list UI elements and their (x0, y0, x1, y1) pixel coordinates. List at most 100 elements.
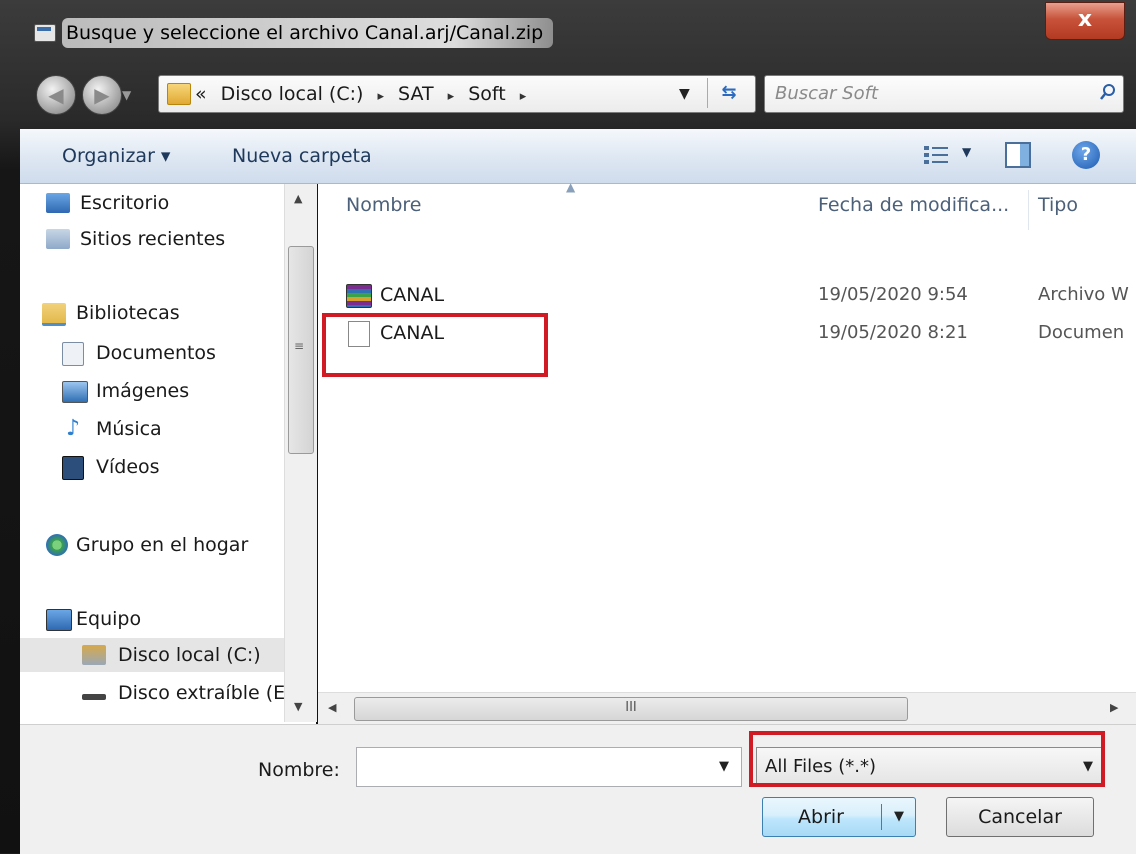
file-date: 19/05/2020 8:21 (818, 322, 968, 343)
sidebar-item-label: Disco extraíble (E (118, 682, 286, 704)
sidebar-item-label: Sitios recientes (80, 228, 226, 250)
view-dropdown-icon[interactable]: ▼ (962, 145, 971, 159)
open-button-label: Abrir (798, 806, 844, 828)
new-folder-button[interactable]: Nueva carpeta (232, 129, 372, 183)
file-row-canal-archive[interactable]: CANAL 19/05/2020 9:54 Archivo W (346, 278, 1136, 312)
sidebar-item-musica[interactable]: ♪ Música (66, 412, 162, 446)
sidebar-item-imagenes[interactable]: Imágenes (62, 374, 190, 408)
navigation-scrollbar[interactable]: ▲ ≡ ▼ (284, 184, 317, 722)
sidebar-item-disco-local[interactable]: Disco local (C:) (20, 638, 284, 672)
highlight-box-file-filter (749, 731, 1105, 787)
breadcrumb-separator-icon[interactable]: ▸ (520, 89, 527, 104)
command-toolbar: Organizar ▾ Nueva carpeta ▼ ? (20, 129, 1136, 184)
view-options-icon[interactable] (923, 144, 951, 166)
forward-arrow-icon: ▶ (94, 83, 110, 107)
recent-pages-dropdown[interactable]: ▼ (122, 88, 131, 102)
file-list-hscrollbar[interactable]: ◀ III ▶ (318, 692, 1136, 725)
highlight-box-canal-file (322, 313, 548, 377)
search-icon[interactable] (1099, 83, 1117, 101)
folder-icon (167, 83, 191, 105)
sidebar-item-label: Bibliotecas (76, 302, 180, 324)
computer-icon (46, 609, 72, 631)
sidebar-item-grupo-hogar[interactable]: Grupo en el hogar (46, 528, 249, 562)
organize-menu[interactable]: Organizar ▾ (62, 129, 170, 183)
column-header-tipo[interactable]: Tipo (1038, 194, 1078, 216)
scrollbar-thumb[interactable]: III (354, 697, 908, 721)
breadcrumb-sat[interactable]: SAT (398, 83, 434, 105)
file-name-field[interactable]: ▼ (356, 747, 742, 787)
preview-pane-icon[interactable] (1005, 142, 1031, 168)
search-input[interactable]: Buscar Soft (775, 76, 878, 112)
refresh-button[interactable]: ⇆ (707, 78, 750, 108)
help-icon[interactable]: ? (1072, 141, 1100, 169)
sidebar-item-label: Música (96, 418, 162, 440)
back-arrow-icon: ◀ (48, 83, 64, 107)
redacted-area (332, 390, 508, 426)
videos-icon (62, 456, 84, 480)
removable-disk-icon (82, 694, 106, 700)
sidebar-item-label: Equipo (76, 608, 142, 630)
navigation-pane: Escritorio Sitios recientes Bibliotecas … (20, 184, 316, 724)
sidebar-item-disco-extraible[interactable]: Disco extraíble (E (82, 676, 286, 710)
search-box[interactable]: Buscar Soft (764, 75, 1124, 113)
close-button[interactable]: x (1045, 2, 1125, 40)
file-name-label: Nombre: (258, 759, 340, 781)
homegroup-icon (46, 534, 68, 556)
breadcrumb-soft[interactable]: Soft (468, 83, 506, 105)
sort-ascending-icon: ▲ (566, 180, 576, 194)
music-icon: ♪ (66, 416, 81, 441)
address-bar[interactable]: « Disco local (C:) ▸ SAT ▸ Soft ▸ ▼ ⇆ (158, 75, 756, 113)
file-type: Documen (1038, 322, 1125, 343)
file-type: Archivo W (1038, 284, 1129, 305)
redacted-area (346, 236, 488, 272)
recent-places-icon (46, 229, 70, 249)
scroll-right-icon[interactable]: ▶ (1110, 701, 1118, 714)
window-title: Busque y seleccione el archivo Canal.arj… (62, 18, 554, 48)
file-name: CANAL (380, 284, 445, 306)
breadcrumb-disco-local[interactable]: Disco local (C:) (221, 83, 364, 105)
file-list: ▲ Nombre Fecha de modifica... Tipo CANAL… (318, 180, 1136, 692)
sidebar-item-label: Vídeos (96, 456, 160, 478)
chevron-down-icon[interactable]: ▼ (883, 798, 915, 836)
open-button[interactable]: Abrir ▼ (762, 797, 916, 837)
breadcrumb-separator-icon[interactable]: ▸ (448, 89, 455, 104)
cancel-button[interactable]: Cancelar (946, 797, 1094, 837)
column-divider[interactable] (1028, 190, 1029, 230)
desktop-icon (46, 193, 70, 213)
chevron-down-icon[interactable]: ▼ (719, 748, 729, 786)
libraries-icon (42, 303, 66, 326)
sidebar-item-escritorio[interactable]: Escritorio (46, 186, 170, 220)
scroll-up-icon[interactable]: ▲ (294, 192, 302, 205)
file-date: 19/05/2020 9:54 (818, 284, 968, 305)
redacted-area (798, 354, 1136, 438)
scroll-down-icon[interactable]: ▼ (294, 700, 302, 713)
redacted-area (758, 236, 1136, 272)
breadcrumb: « Disco local (C:) ▸ SAT ▸ Soft ▸ (195, 76, 534, 112)
address-dropdown-icon[interactable]: ▼ (679, 76, 690, 112)
documents-icon (62, 342, 84, 366)
sidebar-item-videos[interactable]: Vídeos (62, 450, 160, 484)
app-icon (34, 24, 56, 42)
winrar-archive-icon (346, 284, 372, 308)
sidebar-item-label: Grupo en el hogar (76, 534, 249, 556)
sidebar-item-bibliotecas[interactable]: Bibliotecas (42, 296, 180, 330)
sidebar-item-sitios-recientes[interactable]: Sitios recientes (46, 222, 226, 256)
scrollbar-thumb[interactable]: ≡ (288, 246, 314, 454)
scroll-left-icon[interactable]: ◀ (328, 701, 336, 714)
sidebar-item-label: Escritorio (80, 192, 170, 214)
back-button[interactable]: ◀ (36, 75, 76, 115)
sidebar-item-label: Documentos (96, 342, 216, 364)
breadcrumb-separator-icon[interactable]: ▸ (377, 89, 384, 104)
sidebar-item-equipo[interactable]: Equipo (46, 602, 142, 636)
column-header-nombre[interactable]: Nombre (346, 194, 422, 216)
sidebar-item-label: Imágenes (96, 380, 190, 402)
column-header-fecha[interactable]: Fecha de modifica... (818, 194, 1009, 216)
forward-button[interactable]: ▶ (82, 75, 122, 115)
local-disk-icon (82, 645, 106, 665)
sidebar-item-documentos[interactable]: Documentos (62, 336, 216, 370)
breadcrumb-overflow[interactable]: « (195, 83, 207, 105)
pictures-icon (62, 381, 88, 403)
split-divider (881, 804, 882, 830)
sidebar-item-label: Disco local (C:) (118, 644, 261, 666)
scroll-grip-icon: ≡ (294, 339, 305, 353)
